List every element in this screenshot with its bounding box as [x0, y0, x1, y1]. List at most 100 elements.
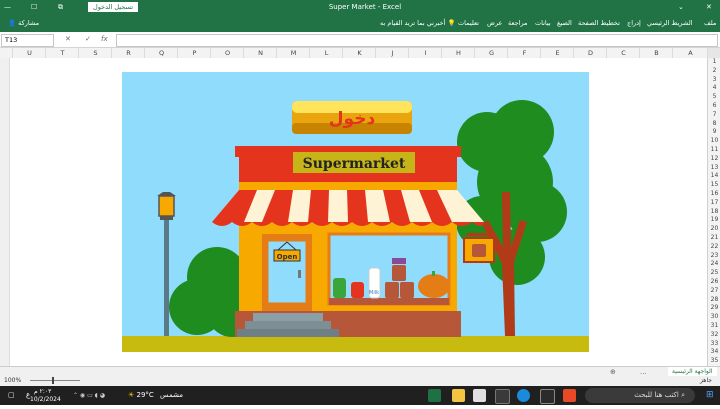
column-header-s[interactable]: S	[78, 48, 112, 58]
column-header-k[interactable]: K	[342, 48, 376, 58]
notification-icon[interactable]: ▢	[8, 386, 15, 405]
enter-icon[interactable]: ✓	[85, 35, 91, 43]
row-header-9[interactable]: 9	[708, 128, 720, 137]
tab-file[interactable]: ملف	[704, 14, 716, 32]
close-button[interactable]: ✕	[706, 0, 712, 14]
row-header-33[interactable]: 33	[708, 340, 720, 349]
row-header-35[interactable]: 35	[708, 357, 720, 366]
row-header-11[interactable]: 11	[708, 146, 720, 155]
row-header-13[interactable]: 13	[708, 164, 720, 173]
tab-data[interactable]: بيانات	[535, 14, 551, 32]
column-header-n[interactable]: N	[243, 48, 277, 58]
column-header-r[interactable]: R	[111, 48, 145, 58]
row-header-2[interactable]: 2	[708, 67, 720, 76]
row-header-25[interactable]: 25	[708, 269, 720, 278]
formula-input[interactable]	[116, 34, 718, 47]
row-header-24[interactable]: 24	[708, 260, 720, 269]
column-header-p[interactable]: P	[177, 48, 211, 58]
row-header-23[interactable]: 23	[708, 252, 720, 261]
tab-formulas[interactable]: الصيغ	[557, 14, 572, 32]
row-header-34[interactable]: 34	[708, 348, 720, 357]
column-header-e[interactable]: E	[540, 48, 574, 58]
column-header-q[interactable]: Q	[144, 48, 178, 58]
row-header-19[interactable]: 19	[708, 216, 720, 225]
tab-page-layout[interactable]: تخطيط الصفحة	[578, 14, 620, 32]
tab-insert[interactable]: إدراج	[627, 14, 641, 32]
column-header-h[interactable]: H	[441, 48, 475, 58]
zoom-slider[interactable]	[30, 380, 80, 381]
minimize-button[interactable]: —	[4, 0, 11, 14]
row-header-3[interactable]: 3	[708, 76, 720, 85]
tab-review[interactable]: مراجعة	[508, 14, 528, 32]
restore-button[interactable]: ☐	[31, 0, 37, 14]
column-header-a[interactable]: A	[672, 48, 708, 58]
start-icon[interactable]: ⊞	[706, 386, 714, 405]
row-header-30[interactable]: 30	[708, 313, 720, 322]
row-header-7[interactable]: 7	[708, 111, 720, 120]
row-headers: 1 2 3 4 5 6 7 8 9 10 11 12 13 14 15 16 1…	[707, 58, 720, 366]
edge-icon[interactable]	[517, 389, 530, 402]
row-header-8[interactable]: 8	[708, 120, 720, 129]
vertical-scrollbar[interactable]	[0, 58, 10, 366]
row-header-29[interactable]: 29	[708, 304, 720, 313]
row-header-17[interactable]: 17	[708, 199, 720, 208]
store-building	[235, 146, 461, 337]
column-header-f[interactable]: F	[507, 48, 541, 58]
enter-button-label[interactable]: دخول	[329, 109, 376, 129]
column-header-l[interactable]: L	[309, 48, 343, 58]
task-view-icon[interactable]	[540, 389, 555, 404]
tell-me-box[interactable]: أخبرني بما تريد القيام به 💡	[380, 14, 456, 32]
file-explorer-icon[interactable]	[452, 389, 465, 402]
column-header-c[interactable]: C	[606, 48, 640, 58]
row-header-4[interactable]: 4	[708, 84, 720, 93]
row-header-15[interactable]: 15	[708, 181, 720, 190]
row-header-31[interactable]: 31	[708, 322, 720, 331]
column-header-i[interactable]: I	[408, 48, 442, 58]
excel-taskbar-icon[interactable]	[428, 389, 441, 402]
column-header-o[interactable]: O	[210, 48, 244, 58]
clock-date[interactable]: 10/2/2024	[30, 390, 61, 409]
row-header-5[interactable]: 5	[708, 93, 720, 102]
name-box[interactable]: T13	[1, 34, 54, 47]
ribbon-display-button[interactable]: ⧉	[58, 0, 63, 14]
row-header-22[interactable]: 22	[708, 243, 720, 252]
row-header-27[interactable]: 27	[708, 287, 720, 296]
taskbar-search[interactable]: اكتب هنا للبحث ⌕	[585, 388, 695, 403]
column-header-g[interactable]: G	[474, 48, 508, 58]
store-icon[interactable]	[495, 389, 510, 404]
mail-icon[interactable]	[473, 389, 486, 402]
row-header-16[interactable]: 16	[708, 190, 720, 199]
row-header-21[interactable]: 21	[708, 234, 720, 243]
cancel-icon[interactable]: ✕	[65, 35, 71, 43]
tab-help[interactable]: تعليمات	[458, 14, 479, 32]
column-header-d[interactable]: D	[573, 48, 607, 58]
row-header-12[interactable]: 12	[708, 155, 720, 164]
tab-home[interactable]: الشريط الرئيسي	[647, 14, 693, 32]
zoom-slider-thumb[interactable]	[52, 377, 54, 384]
column-header-j[interactable]: J	[375, 48, 409, 58]
zoom-level[interactable]: 100%	[4, 376, 21, 386]
row-header-20[interactable]: 20	[708, 225, 720, 234]
column-header-u[interactable]: U	[12, 48, 46, 58]
row-header-32[interactable]: 32	[708, 331, 720, 340]
row-header-14[interactable]: 14	[708, 172, 720, 181]
tray-icons[interactable]: ⌃ ◉ ▭ ◖ ◕	[73, 386, 105, 405]
weather-widget[interactable]: ☀ 29°C مشمس	[128, 386, 183, 405]
title-bar: — ☐ ⧉ تسجيل الدخول Super Market - Excel …	[0, 0, 720, 14]
row-header-18[interactable]: 18	[708, 208, 720, 217]
row-header-6[interactable]: 6	[708, 102, 720, 111]
column-header-m[interactable]: M	[276, 48, 310, 58]
row-header-26[interactable]: 26	[708, 278, 720, 287]
row-header-28[interactable]: 28	[708, 296, 720, 305]
collapse-ribbon-icon[interactable]: ⌄	[678, 0, 684, 14]
insert-function-icon[interactable]: fx	[101, 35, 108, 43]
share-button[interactable]: 👤 مشاركة	[8, 14, 39, 32]
row-header-1[interactable]: 1	[708, 58, 720, 67]
tab-view[interactable]: عرض	[487, 14, 502, 32]
office-icon[interactable]	[563, 389, 576, 402]
row-header-10[interactable]: 10	[708, 137, 720, 146]
select-all-corner[interactable]	[707, 48, 720, 58]
column-header-b[interactable]: B	[639, 48, 673, 58]
sign-in-button[interactable]: تسجيل الدخول	[88, 2, 139, 12]
column-header-t[interactable]: T	[45, 48, 79, 58]
